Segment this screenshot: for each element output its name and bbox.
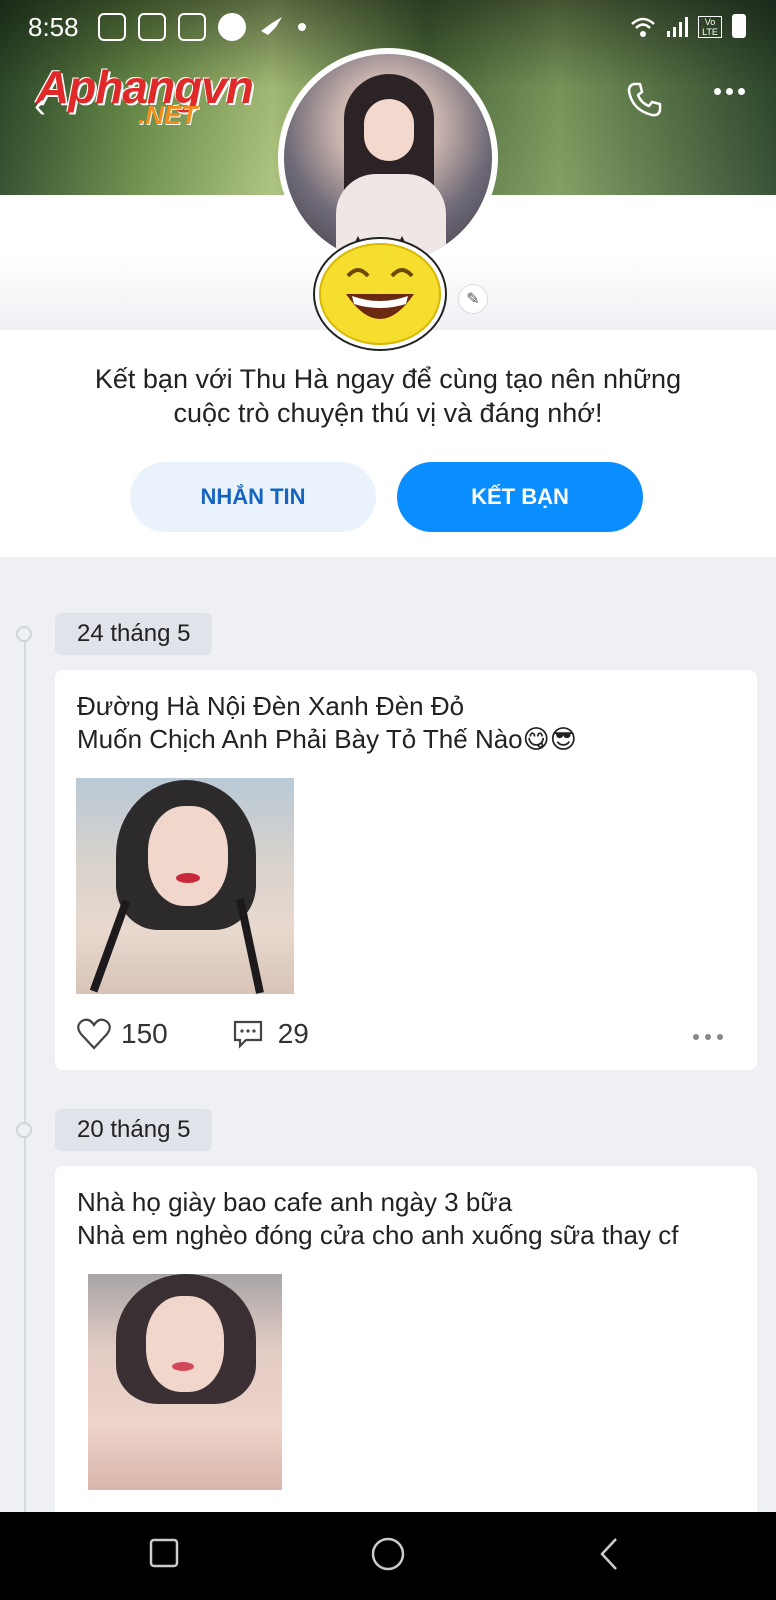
comment-icon[interactable] <box>232 1019 264 1049</box>
laughing-emoji-sticker-icon <box>313 236 447 351</box>
back-arrow-icon[interactable]: ‹ <box>34 84 46 126</box>
lazada-notification-icon <box>178 13 206 41</box>
post-date-chip: 24 tháng 5 <box>55 613 213 655</box>
edit-pencil-icon[interactable]: ✎ <box>458 284 488 314</box>
heart-icon[interactable] <box>77 1018 111 1050</box>
signal-icon <box>667 17 688 37</box>
system-nav-bar <box>0 1512 776 1600</box>
phone-call-icon[interactable] <box>624 80 664 120</box>
post-card[interactable]: Đường Hà Nội Đèn Xanh Đèn Đỏ Muốn Chịch … <box>55 670 757 1070</box>
post-text-line: Muốn Chịch Anh Phải Bày Tỏ Thế Nào😋😎 <box>77 724 577 754</box>
chat-notification-icon <box>218 13 246 41</box>
wifi-icon <box>631 17 655 37</box>
notification-icons <box>98 13 306 41</box>
system-status-icons: Vo LTE <box>630 14 746 38</box>
post-photo[interactable] <box>88 1274 282 1490</box>
watermark-logo: Aphangvn .NET <box>36 61 254 130</box>
add-friend-button[interactable]: KẾT BẠN <box>397 462 643 532</box>
more-options-icon[interactable] <box>714 88 745 95</box>
post-actions: 150 29 <box>77 1018 309 1050</box>
battery-icon <box>732 14 746 38</box>
post-photo[interactable] <box>76 778 294 994</box>
bird-notification-icon <box>258 13 286 41</box>
timeline-line <box>24 632 26 1512</box>
comment-count: 29 <box>277 1018 309 1049</box>
post-date-chip: 20 tháng 5 <box>55 1109 213 1151</box>
volte-icon: Vo LTE <box>698 16 722 38</box>
app-notification-icon <box>98 13 126 41</box>
post-text-line: Nhà em nghèo đóng cửa cho anh xuống sữa … <box>77 1220 679 1250</box>
more-notifications-dot <box>298 23 306 31</box>
message-button[interactable]: NHẮN TIN <box>130 462 376 532</box>
post-text-line: Nhà họ giày bao cafe anh ngày 3 bữa <box>77 1187 513 1217</box>
back-nav-icon[interactable] <box>596 1536 622 1572</box>
home-icon[interactable] <box>370 1536 406 1572</box>
timeline-dot <box>16 626 32 642</box>
timeline-dot <box>16 1122 32 1138</box>
post-text-line: Đường Hà Nội Đèn Xanh Đèn Đỏ <box>77 691 465 721</box>
status-time: 8:58 <box>28 12 79 42</box>
capcut-notification-icon <box>138 13 166 41</box>
post-card[interactable]: Nhà họ giày bao cafe anh ngày 3 bữa Nhà … <box>55 1166 757 1526</box>
status-bar: 8:58 Vo LTE <box>0 0 776 54</box>
post-more-options-icon[interactable] <box>693 1034 723 1040</box>
like-count: 150 <box>121 1018 168 1049</box>
recent-apps-icon[interactable] <box>148 1536 180 1570</box>
friend-invite-text: Kết bạn với Thu Hà ngay để cùng tạo nên … <box>94 364 682 428</box>
